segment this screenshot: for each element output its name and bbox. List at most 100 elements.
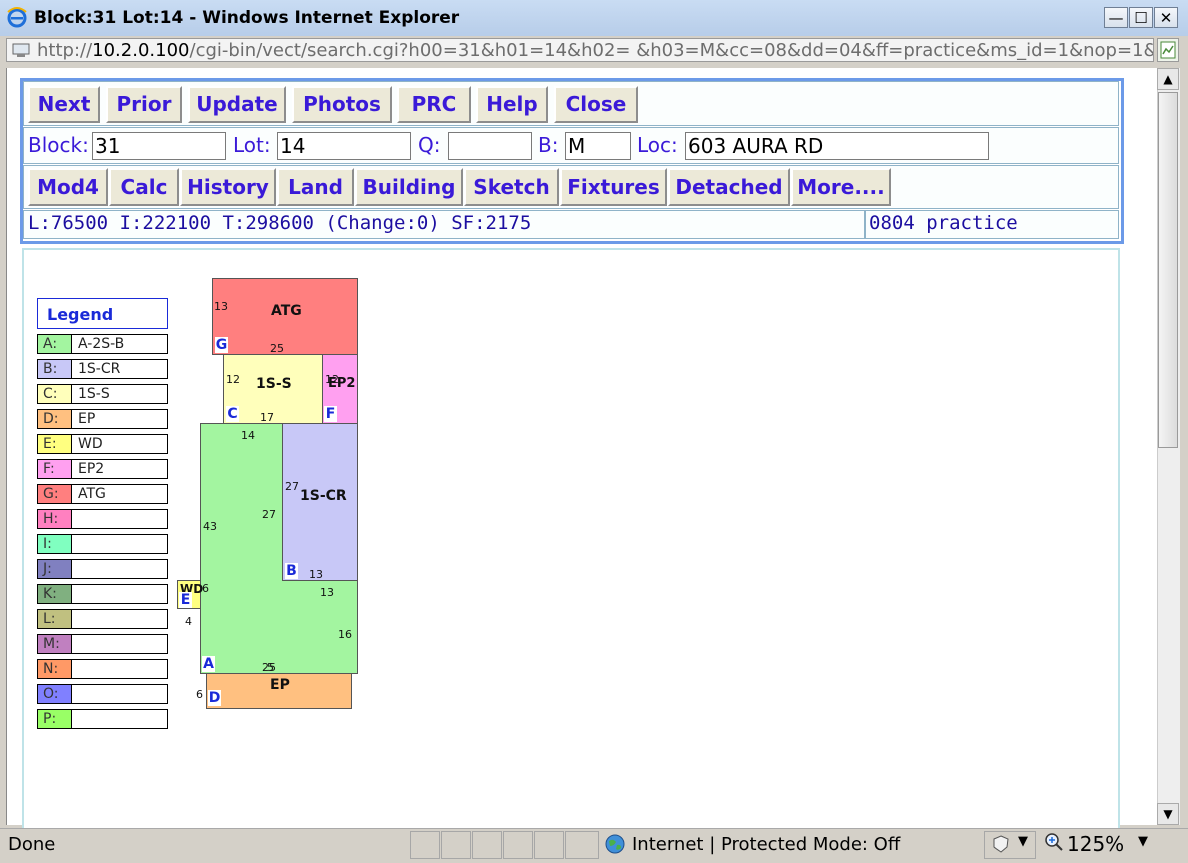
ep2-code: F [324, 406, 337, 422]
compatibility-view-icon[interactable] [1157, 38, 1179, 62]
legend-row: F: EP2 [37, 459, 168, 479]
atg-dim-left: 13 [214, 300, 228, 313]
land-button[interactable]: Land [277, 168, 354, 206]
main-dim-left: 43 [203, 520, 217, 533]
loc-label: Loc: [637, 133, 678, 157]
legend-row: C: 1S-S [37, 384, 168, 404]
status-pane-5 [534, 831, 564, 859]
close-window-button[interactable]: ✕ [1154, 7, 1178, 28]
legend-row: O: [37, 684, 168, 704]
legend-row: D: EP [37, 409, 168, 429]
main-dim-mid: 27 [262, 508, 276, 521]
one-story-cr-label: 1S-CR [300, 488, 347, 504]
legend-label: 1S-S [78, 386, 110, 402]
legend-swatch: I: [38, 535, 72, 553]
scroll-down-arrow[interactable]: ▼ [1157, 803, 1179, 825]
q-input[interactable] [448, 132, 532, 160]
legend-row: E: WD [37, 434, 168, 454]
main-dim-16: 16 [338, 628, 352, 641]
scroll-thumb[interactable] [1158, 92, 1178, 448]
one-story-s-label: 1S-S [256, 376, 292, 392]
calc-button[interactable]: Calc [109, 168, 179, 206]
security-zone: Internet | Protected Mode: Off [632, 834, 901, 855]
next-button[interactable]: Next [28, 86, 100, 123]
b-label: B: [538, 133, 559, 157]
prior-button[interactable]: Prior [106, 86, 182, 123]
address-field[interactable]: http://10.2.0.100/cgi-bin/vect/search.cg… [6, 38, 1154, 62]
one-story-cr-dim-bottom: 13 [309, 568, 323, 581]
legend-swatch: N: [38, 660, 72, 678]
one-story-s-code: C [226, 406, 239, 422]
detached-button[interactable]: Detached [668, 168, 790, 206]
scroll-up-arrow[interactable]: ▲ [1157, 68, 1179, 90]
protected-mode-dropdown-icon[interactable]: ▼ [1018, 834, 1028, 849]
history-button[interactable]: History [180, 168, 276, 206]
minimize-button[interactable]: — [1104, 7, 1128, 28]
legend-row: L: [37, 609, 168, 629]
maximize-button[interactable]: ☐ [1129, 7, 1153, 28]
shield-icon [993, 835, 1009, 853]
legend-row: A: A-2S-B [37, 334, 168, 354]
update-button[interactable]: Update [188, 86, 286, 123]
b-input[interactable]: M [565, 132, 631, 160]
legend-row: N: [37, 659, 168, 679]
block-input[interactable]: 31 [92, 132, 226, 160]
globe-icon [605, 834, 625, 854]
legend-swatch: F: [38, 460, 72, 478]
status-text: Done [8, 834, 56, 855]
enclosed-porch-label: EP [270, 677, 290, 693]
legend-label: WD [78, 436, 103, 452]
legend-row: H: [37, 509, 168, 529]
legend-title: Legend [47, 305, 114, 324]
q-label: Q: [418, 133, 441, 157]
mod4-button[interactable]: Mod4 [28, 168, 108, 206]
legend-swatch: D: [38, 410, 72, 428]
legend-swatch: K: [38, 585, 72, 603]
legend-swatch: C: [38, 385, 72, 403]
building-button[interactable]: Building [355, 168, 463, 206]
legend-swatch: A: [38, 335, 72, 353]
one-story-cr-dim-left: 27 [285, 480, 299, 493]
zoom-level[interactable]: 125% [1067, 832, 1124, 856]
window-title: Block:31 Lot:14 - Windows Internet Explo… [34, 8, 460, 28]
photos-button[interactable]: Photos [292, 86, 392, 123]
status-pane-1 [410, 831, 440, 859]
main-code: A [202, 656, 215, 672]
more-button[interactable]: More.... [791, 168, 891, 206]
status-pane-6 [565, 831, 599, 859]
close-button[interactable]: Close [554, 86, 638, 123]
wood-deck-code: E [179, 592, 192, 608]
one-story-cr-code: B [285, 563, 298, 579]
sketch-frame [22, 248, 1120, 830]
help-button[interactable]: Help [476, 86, 548, 123]
wood-deck-dim-2: 4 [185, 615, 192, 628]
legend-swatch: O: [38, 685, 72, 703]
legend-label: 1S-CR [78, 361, 121, 377]
legend-swatch: L: [38, 610, 72, 628]
internet-explorer-icon [7, 7, 27, 28]
atg-label: ATG [271, 303, 302, 319]
prc-button[interactable]: PRC [397, 86, 471, 123]
legend-header: Legend [37, 298, 168, 329]
enclosed-porch-dim: 6 [196, 688, 203, 701]
wood-deck-dim: 6 [202, 582, 209, 595]
legend-label: EP [78, 411, 96, 427]
legend-swatch: B: [38, 360, 72, 378]
legend-swatch: M: [38, 635, 72, 653]
legend-row: I: [37, 534, 168, 554]
legend-swatch: E: [38, 435, 72, 453]
fixtures-button[interactable]: Fixtures [560, 168, 667, 206]
legend-label: EP2 [78, 461, 105, 477]
zoom-dropdown-icon[interactable]: ▼ [1138, 834, 1148, 849]
legend-row: G: ATG [37, 484, 168, 504]
status-pane-2 [441, 831, 471, 859]
sketch-button[interactable]: Sketch [464, 168, 559, 206]
page-icon [12, 43, 30, 57]
value-summary: L:76500 I:222100 T:298600 (Change:0) SF:… [28, 212, 532, 234]
ep2-label: EP2 [328, 376, 356, 391]
legend-row: K: [37, 584, 168, 604]
legend-swatch: H: [38, 510, 72, 528]
atg-code: G [215, 337, 228, 353]
lot-input[interactable]: 14 [277, 132, 411, 160]
location-input[interactable]: 603 AURA RD [685, 132, 989, 160]
